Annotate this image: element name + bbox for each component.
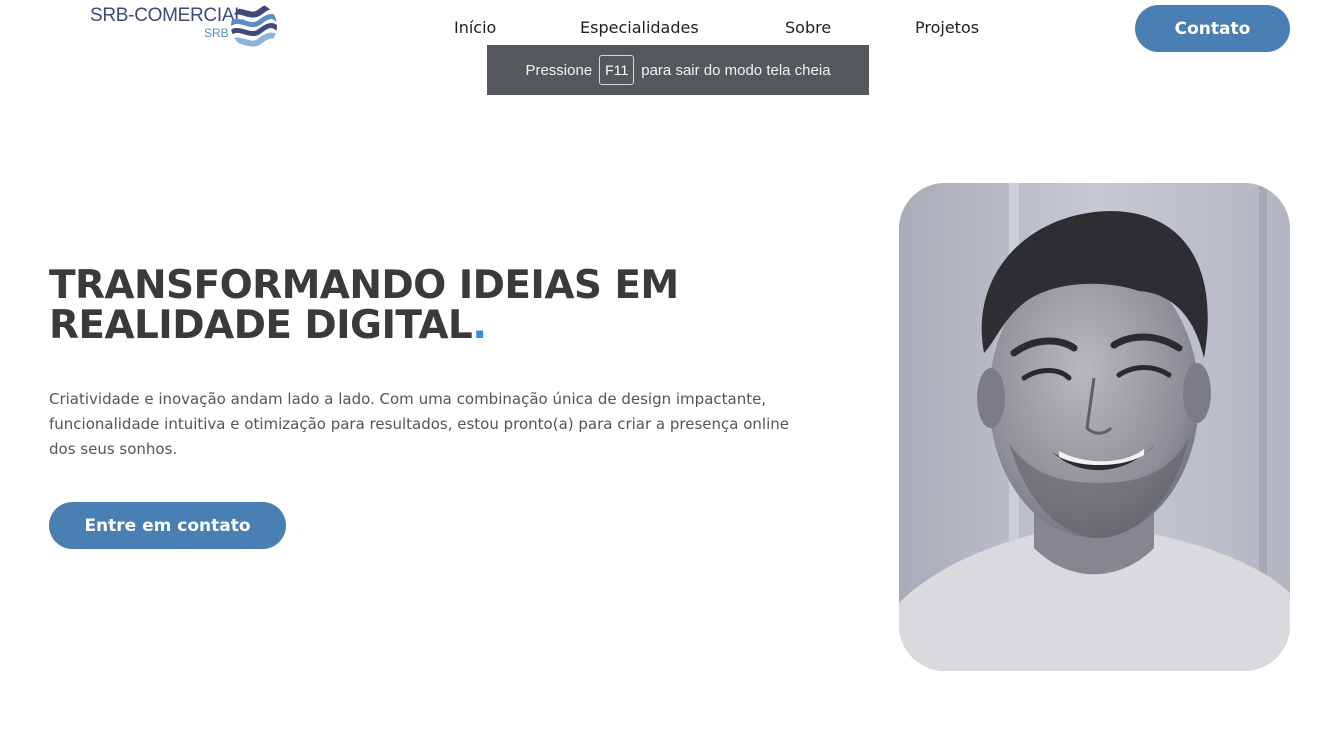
f11-key-badge: F11 (599, 55, 635, 85)
contact-button[interactable]: Contato (1135, 5, 1290, 52)
nav-link-inicio[interactable]: Início (454, 18, 496, 37)
logo-subtext: SRB (204, 26, 229, 40)
hero-title-line1: TRANSFORMANDO IDEIAS EM (49, 263, 679, 308)
nav-link-especialidades[interactable]: Especialidades (580, 18, 699, 37)
site-logo[interactable]: SRB-COMERCIAL SRB (90, 2, 280, 52)
hero-description: Criatividade e inovação andam lado a lad… (49, 390, 789, 458)
get-in-touch-button[interactable]: Entre em contato (49, 502, 286, 549)
page: SRB-COMERCIAL SRB Início Especialidades … (0, 0, 1342, 737)
hero-title: TRANSFORMANDO IDEIAS EM REALIDADE DIGITA… (49, 266, 769, 346)
person-portrait-icon (899, 183, 1290, 671)
logo-text: SRB-COMERCIAL (90, 5, 245, 26)
notice-text-after: para sair do modo tela cheia (641, 61, 831, 79)
nav-link-sobre[interactable]: Sobre (785, 18, 831, 37)
fullscreen-exit-notice: Pressione F11 para sair do modo tela che… (487, 45, 869, 95)
hero-title-dot: . (472, 303, 487, 348)
notice-text-before: Pressione (525, 61, 593, 79)
hero-title-line2: REALIDADE DIGITAL (49, 303, 473, 348)
portrait-image (899, 183, 1290, 671)
waves-logo-icon (231, 3, 277, 47)
nav-link-projetos[interactable]: Projetos (915, 18, 979, 37)
